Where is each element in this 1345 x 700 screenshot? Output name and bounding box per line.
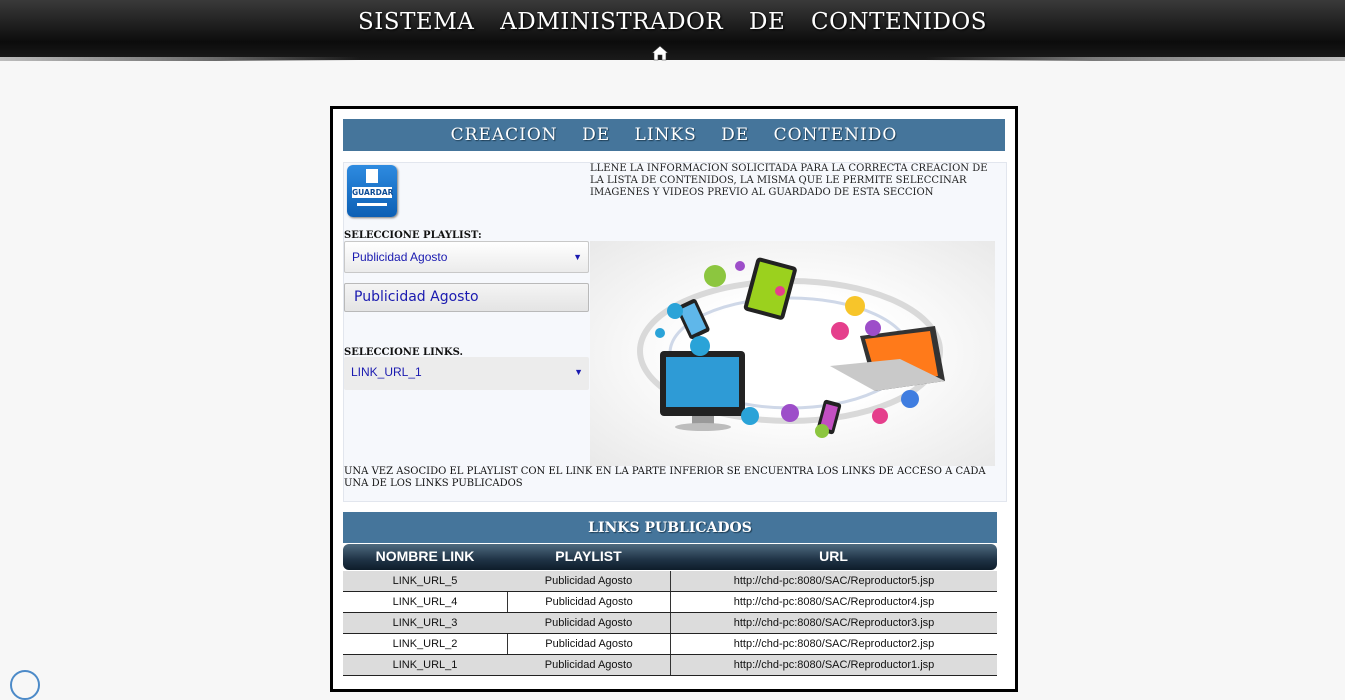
playlist-select[interactable]: Publicidad Agosto ▼ (344, 241, 589, 273)
playlist-cell: Publicidad Agosto (544, 575, 633, 587)
url-link[interactable]: http://chd-pc:8080/SAC/Reproductor2.jsp (670, 634, 997, 654)
link-name-cell: LINK_URL_5 (392, 575, 458, 587)
playlist-cell: Publicidad Agosto (544, 617, 633, 629)
dropdown-arrow-icon: ▼ (574, 367, 583, 377)
playlist-select-value: Publicidad Agosto (352, 250, 448, 264)
dropdown-arrow-icon: ▼ (573, 252, 582, 262)
links-select-value: LINK_URL_1 (351, 365, 422, 379)
playlist-cell: Publicidad Agosto (544, 659, 633, 671)
table-row: LINK_URL_4 Publicidad Agosto http://chd-… (343, 592, 997, 613)
content-panel: CREACION DE LINKS DE CONTENIDO GUARDAR L… (330, 106, 1018, 692)
link-name-cell: LINK_URL_1 (392, 659, 458, 671)
links-select[interactable]: LINK_URL_1 ▼ (344, 357, 589, 390)
url-link[interactable]: http://chd-pc:8080/SAC/Reproductor3.jsp (670, 613, 997, 633)
url-link[interactable]: http://chd-pc:8080/SAC/Reproductor5.jsp (670, 571, 997, 591)
url-link[interactable]: http://chd-pc:8080/SAC/Reproductor4.jsp (670, 592, 997, 612)
table-row: LINK_URL_1 Publicidad Agosto http://chd-… (343, 655, 997, 676)
home-icon[interactable] (651, 44, 669, 62)
table-row: LINK_URL_2 Publicidad Agosto http://chd-… (343, 634, 997, 655)
save-button-label: GUARDAR (352, 187, 394, 198)
top-header-bar: SISTEMA ADMINISTRADOR DE CONTENIDOS (0, 0, 1345, 62)
playlist-name-field[interactable]: Publicidad Agosto (344, 283, 589, 312)
playlist-cell: Publicidad Agosto (507, 634, 670, 654)
link-name-cell: LINK_URL_2 (392, 638, 458, 650)
save-button[interactable]: GUARDAR (347, 165, 397, 217)
playlist-cell: Publicidad Agosto (507, 592, 670, 612)
instructions-text: LLENE LA INFORMACION SOLICITADA PARA LA … (590, 163, 988, 198)
floppy-bar (357, 203, 387, 206)
url-link[interactable]: http://chd-pc:8080/SAC/Reproductor1.jsp (670, 655, 997, 675)
devices-illustration (590, 241, 995, 466)
column-header-name: NOMBRE LINK (375, 548, 475, 564)
app-title: SISTEMA ADMINISTRADOR DE CONTENIDOS (357, 9, 988, 35)
form-area: GUARDAR LLENE LA INFORMACION SOLICITADA … (343, 162, 1007, 502)
table-header: NOMBRE LINK PLAYLIST URL (343, 544, 997, 570)
panel-title: CREACION DE LINKS DE CONTENIDO (343, 119, 1005, 151)
header-shine-right (925, 57, 1345, 61)
column-header-url: URL (819, 548, 848, 564)
table-row: LINK_URL_3 Publicidad Agosto http://chd-… (343, 613, 997, 634)
link-name-cell: LINK_URL_4 (392, 596, 458, 608)
floppy-disk-icon (366, 169, 378, 183)
table-row: LINK_URL_5 Publicidad Agosto http://chd-… (343, 571, 997, 592)
links-table-title: LINKS PUBLICADOS (343, 512, 997, 543)
link-name-cell: LINK_URL_3 (392, 617, 458, 629)
header-shine-left (0, 57, 360, 61)
footer-instructions: UNA VEZ ASOCIDO EL PLAYLIST CON EL LINK … (344, 466, 986, 489)
column-header-playlist: PLAYLIST (555, 548, 622, 564)
playlist-label: SELECCIONE PLAYLIST: (344, 230, 482, 241)
